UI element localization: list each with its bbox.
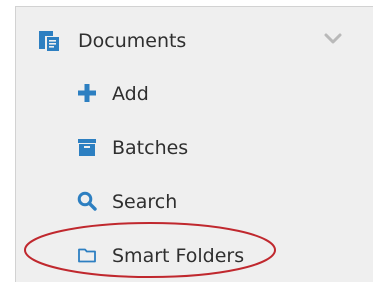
nav-item-search[interactable]: Search <box>0 181 375 221</box>
plus-icon <box>77 83 97 103</box>
folder-outline-icon <box>77 245 97 265</box>
nav-item-smart-folders[interactable]: Smart Folders <box>0 235 375 275</box>
documents-icon <box>37 28 61 52</box>
nav-item-label: Search <box>112 191 178 213</box>
nav-item-batches[interactable]: Batches <box>0 127 375 167</box>
nav-header-documents[interactable]: Documents <box>0 21 375 61</box>
nav-item-add[interactable]: Add <box>0 73 375 113</box>
nav-item-label: Batches <box>112 137 189 159</box>
nav-item-label: Add <box>112 83 149 105</box>
archive-box-icon <box>77 137 97 157</box>
nav-header-label: Documents <box>78 30 187 52</box>
nav-item-label: Smart Folders <box>112 245 245 267</box>
chevron-down-icon[interactable] <box>323 31 343 50</box>
magnifier-icon <box>77 191 97 211</box>
